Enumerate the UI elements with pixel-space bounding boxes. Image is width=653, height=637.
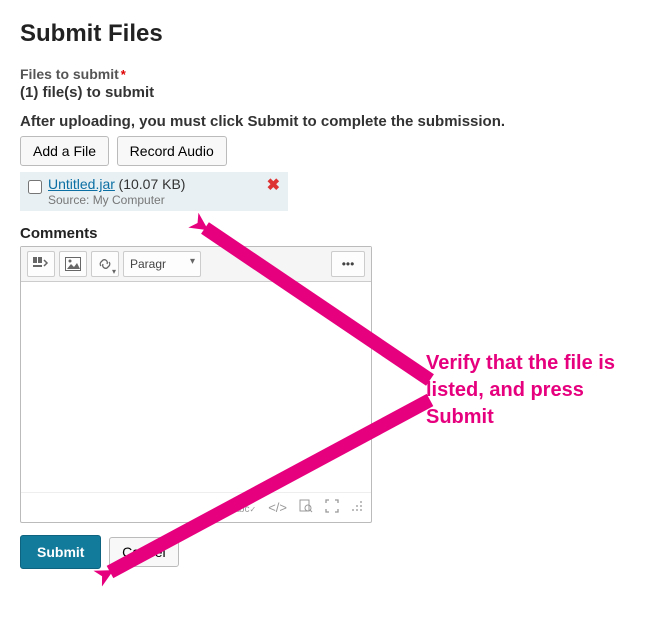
annotation-text: Verify that the file is listed, and pres… [426,350,631,431]
record-audio-button[interactable]: Record Audio [117,136,227,166]
insert-stuff-icon[interactable] [27,251,55,277]
remove-file-icon[interactable]: ✖ [267,178,280,194]
files-count: (1) file(s) to submit [20,84,633,101]
preview-icon[interactable] [299,499,313,516]
comments-editor: ▾ Paragr ••• abc✓ </> [20,246,372,523]
fullscreen-icon[interactable] [325,499,339,516]
files-label: Files to submit [20,66,119,82]
cancel-button[interactable]: Cancel [109,537,179,567]
file-link[interactable]: Untitled.jar [48,176,115,192]
editor-toolbar: ▾ Paragr ••• [21,247,371,282]
action-row: Submit Cancel [20,535,633,569]
file-size: (10.07 KB) [119,176,186,192]
image-icon[interactable] [59,251,87,277]
uploaded-file-item: Untitled.jar (10.07 KB) Source: My Compu… [20,172,288,211]
editor-textarea[interactable] [21,282,371,492]
upload-button-row: Add a File Record Audio [20,136,633,166]
comments-label: Comments [20,225,633,242]
add-file-button[interactable]: Add a File [20,136,109,166]
resize-handle-icon[interactable] [351,500,363,515]
submit-button[interactable]: Submit [20,535,101,569]
editor-footer: abc✓ </> [21,492,371,522]
link-icon[interactable]: ▾ [91,251,119,277]
file-info: Untitled.jar (10.07 KB) Source: My Compu… [48,176,261,207]
format-dropdown[interactable]: Paragr [123,251,201,277]
page-title: Submit Files [20,20,633,48]
file-source: Source: My Computer [48,193,261,207]
upload-instruction: After uploading, you must click Submit t… [20,113,633,130]
more-tools-button[interactable]: ••• [331,251,365,277]
required-marker: * [121,67,126,82]
files-label-row: Files to submit* [20,66,633,82]
file-checkbox[interactable] [28,180,42,194]
source-code-icon[interactable]: </> [268,500,287,515]
spellcheck-icon[interactable]: abc✓ [233,500,256,515]
